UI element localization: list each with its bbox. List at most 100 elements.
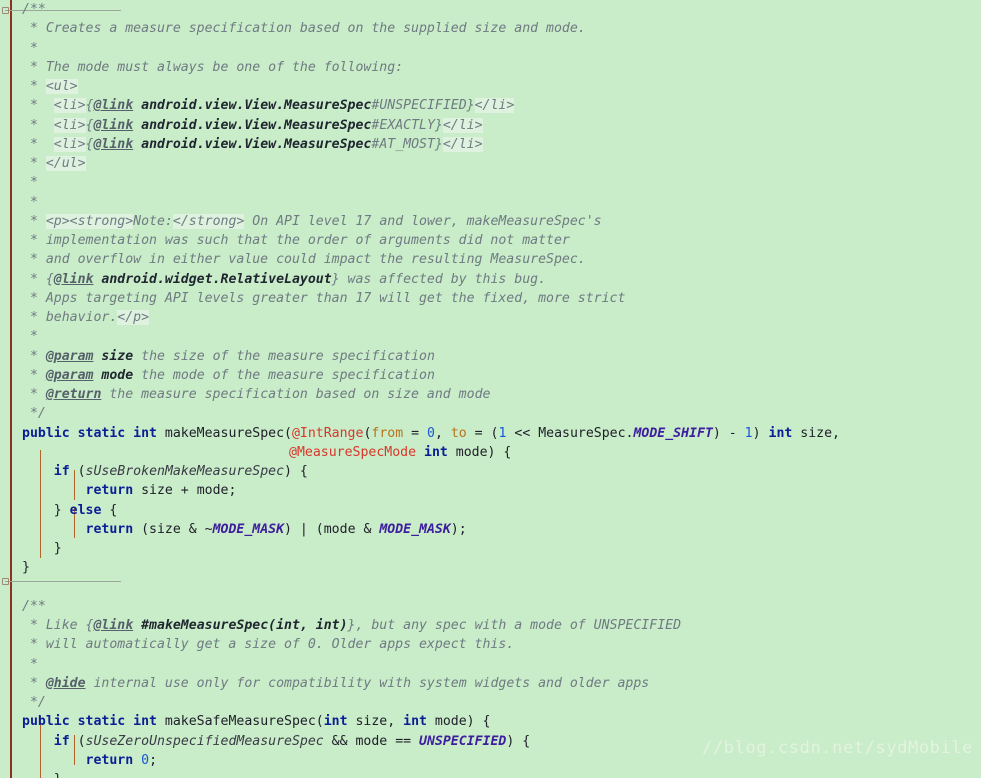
code-token: </li> [474,98,515,114]
code-token: if [53,733,70,749]
code-token: } [22,541,62,556]
code-token: @link [93,98,134,114]
code-line[interactable]: * will automatically get a size of 0. Ol… [0,635,981,654]
code-line[interactable]: /** [0,0,981,19]
code-token: MODE_MASK [379,521,451,537]
code-token: int [403,714,427,730]
code-token: the mode of the measure specification [133,367,435,383]
code-token: * [22,40,38,56]
code-token: </li> [442,136,483,152]
code-line[interactable]: * and overflow in either value could imp… [0,250,981,269]
code-token: * [22,387,46,402]
code-token: ) [752,425,769,441]
code-token: (size & ~ [133,521,213,537]
code-line[interactable]: * @return the measure specification base… [0,385,981,404]
code-line[interactable] [0,578,981,597]
code-line[interactable]: } [0,558,981,577]
code-token: } [22,772,62,778]
code-line[interactable]: * [0,327,981,346]
code-line[interactable]: /** [0,597,981,616]
code-token: @IntRange [291,425,364,441]
code-token: mode) { [426,714,491,730]
code-token: from [371,425,404,441]
code-token: * [22,675,46,691]
code-line[interactable]: return 0; [0,751,981,770]
code-token: #EXACTLY} [371,117,443,133]
code-token: @MeasureSpecMode [289,444,417,460]
code-line[interactable]: * implementation was such that the order… [0,231,981,250]
code-token: * [22,329,38,345]
code-line[interactable]: * [0,655,981,674]
code-token: UNSPECIFIED [419,733,507,749]
code-lines[interactable]: /** * Creates a measure specification ba… [0,0,981,778]
code-token: * { [22,271,54,287]
code-line[interactable]: } else { [0,501,981,520]
code-token: <li> [53,117,86,133]
code-line[interactable]: * @param size the size of the measure sp… [0,347,981,366]
code-token: * Apps targeting API levels greater than… [22,290,626,306]
code-token: ( [69,464,86,479]
code-token: return [85,483,134,499]
code-token: </ul> [45,156,86,171]
code-line[interactable]: * <li>{@link android.view.View.MeasureSp… [0,96,981,115]
code-token: #UNSPECIFIED} [371,98,475,114]
code-line[interactable]: * Creates a measure specification based … [0,19,981,38]
code-line[interactable]: * Like {@link #makeMeasureSpec(int, int)… [0,616,981,635]
code-line[interactable]: * @param mode the mode of the measure sp… [0,366,981,385]
code-token: * Creates a measure specification based … [22,21,586,37]
code-token: android.view.View.MeasureSpec [133,117,372,133]
code-line[interactable]: */ [0,693,981,712]
code-line[interactable]: @MeasureSpecMode int mode) { [0,443,981,462]
code-line[interactable]: * [0,173,981,192]
code-token: </li> [442,117,483,133]
code-line[interactable]: * behavior.</p> [0,308,981,327]
code-line[interactable]: * [0,39,981,58]
code-token: ) - [712,425,745,441]
code-token: * [22,348,46,364]
code-line[interactable]: public static int makeMeasureSpec(@IntRa… [0,424,981,443]
code-token: * [22,194,38,210]
code-line[interactable]: if (sUseBrokenMakeMeasureSpec) { [0,462,981,481]
code-line[interactable]: public static int makeSafeMeasureSpec(in… [0,712,981,731]
code-line[interactable]: * {@link android.widget.RelativeLayout} … [0,270,981,289]
code-token: ); [450,521,467,537]
code-token: * The mode must always be one of the fol… [22,59,404,75]
code-token: </p> [117,310,150,325]
code-token: } [22,560,30,576]
code-token: = [403,425,427,441]
code-token: return [85,521,134,537]
code-token: #AT_MOST} [371,136,443,152]
code-token: * [22,117,54,133]
code-token: * implementation was such that the order… [22,233,570,248]
code-line[interactable]: } [0,770,981,778]
code-line[interactable]: * Apps targeting API levels greater than… [0,289,981,308]
code-token: }, but any spec with a mode of UNSPECIFI… [347,618,682,633]
code-token: MODE_SHIFT [633,425,713,441]
code-line[interactable]: * </ul> [0,154,981,173]
code-line[interactable]: * <li>{@link android.view.View.MeasureSp… [0,116,981,135]
code-token: /** [22,598,46,614]
code-line[interactable]: * The mode must always be one of the fol… [0,58,981,77]
code-token: * [22,136,54,152]
code-token: @hide [45,675,86,691]
code-token: @return [45,387,102,402]
code-line[interactable]: return size + mode; [0,481,981,500]
code-line[interactable]: * <ul> [0,77,981,96]
code-line[interactable]: * [0,193,981,212]
code-line[interactable]: } [0,539,981,558]
code-line[interactable]: * @hide internal use only for compatibil… [0,674,981,693]
code-token: android.widget.RelativeLayout [93,271,332,287]
code-editor[interactable]: /** * Creates a measure specification ba… [0,0,981,778]
code-line[interactable]: * <li>{@link android.view.View.MeasureSp… [0,135,981,154]
code-token: </strong> [172,213,245,229]
code-line[interactable]: return (size & ~MODE_MASK) | (mode & MOD… [0,520,981,539]
code-token: sUseZeroUnspecifiedMeasureSpec [85,733,324,749]
code-line[interactable]: */ [0,404,981,423]
code-line[interactable]: if (sUseZeroUnspecifiedMeasureSpec && mo… [0,732,981,751]
code-line[interactable]: * <p><strong>Note:</strong> On API level… [0,212,981,231]
code-token: android.view.View.MeasureSpec [133,136,372,152]
code-token: to [450,425,467,441]
code-token: * and overflow in either value could imp… [22,252,586,268]
